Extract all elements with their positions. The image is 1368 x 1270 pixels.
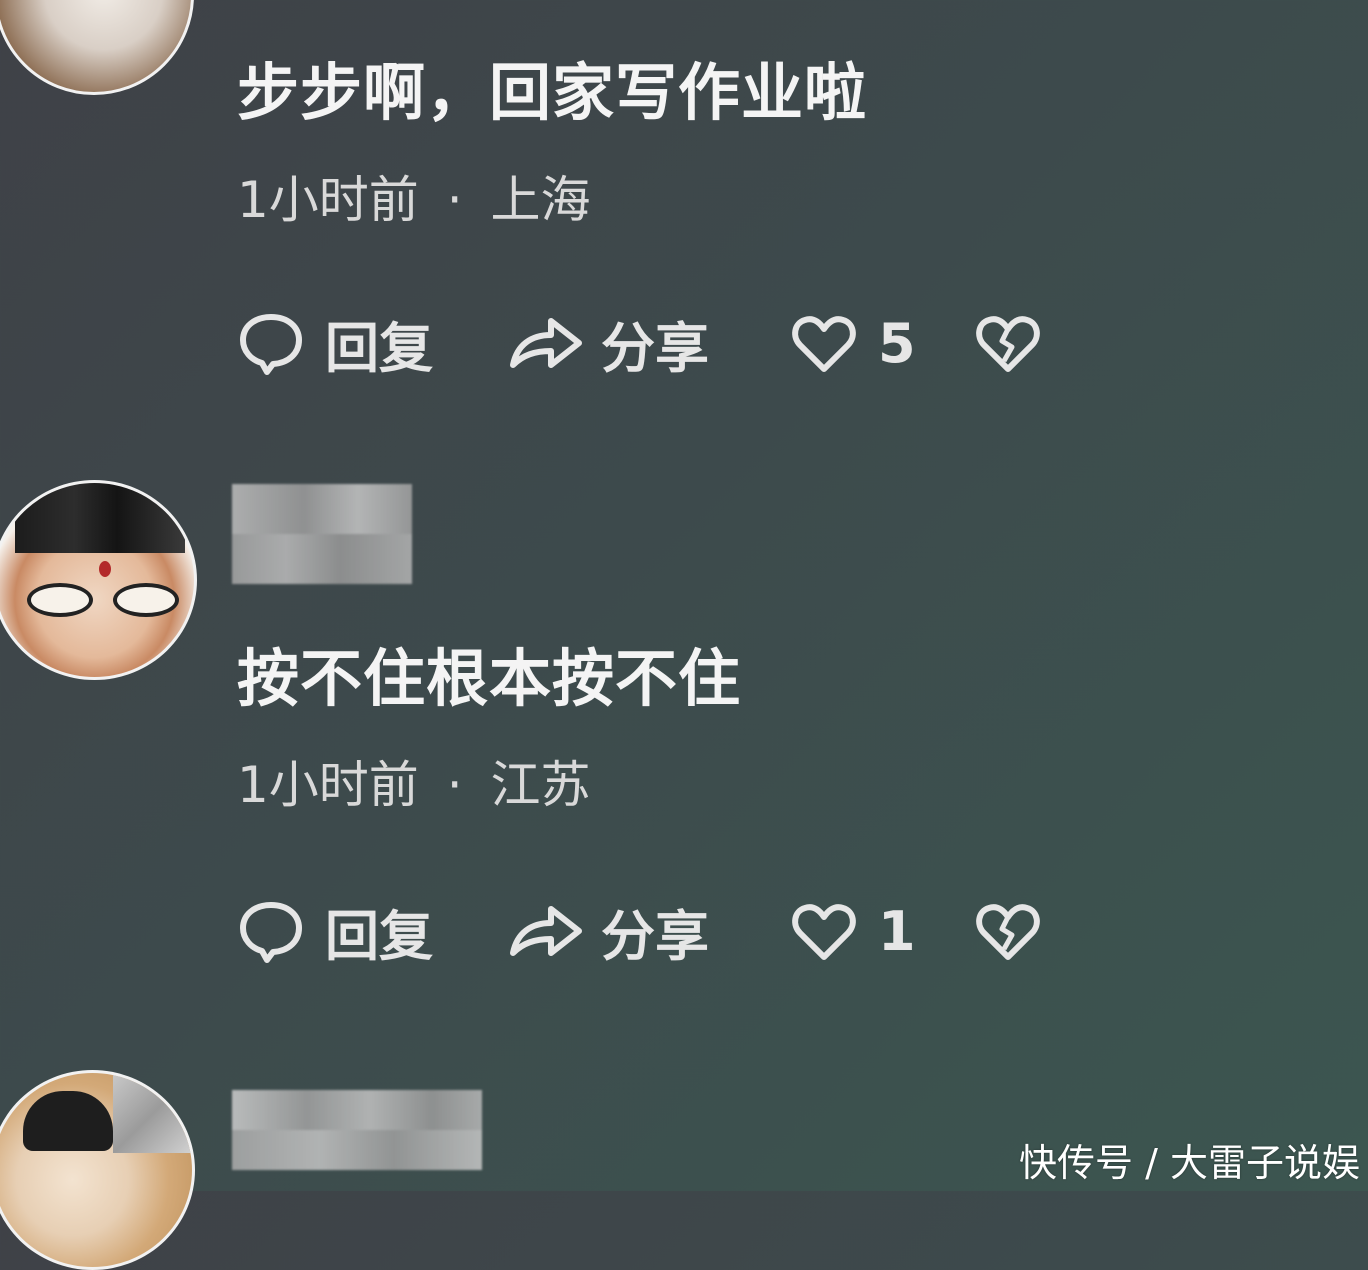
comment-time: 1小时前 [237, 171, 419, 229]
share-arrow-icon [507, 897, 585, 965]
comment-text: 步步啊，回家写作业啦 [237, 56, 868, 129]
avatar-pixelated-block [113, 1073, 192, 1153]
reply-label: 回复 [325, 316, 433, 380]
comment-meta: 1小时前 · 江苏 [237, 745, 591, 817]
reply-label: 回复 [325, 904, 433, 968]
reply-button[interactable]: 回复 [237, 308, 433, 380]
avatar-eyes [27, 583, 179, 617]
comment-location: 上海 [490, 171, 591, 229]
avatar-forehead-mark [99, 561, 111, 577]
avatar-hair [23, 1091, 113, 1151]
avatar-pixelated-hair [15, 483, 185, 553]
comment-meta: 1小时前 · 上海 [237, 160, 591, 232]
comment-time: 1小时前 [237, 756, 419, 814]
like-button[interactable]: 1 [790, 896, 916, 966]
share-arrow-icon [507, 309, 585, 377]
meta-separator: · [446, 171, 463, 229]
heart-icon [790, 897, 858, 965]
reply-button[interactable]: 回复 [237, 896, 433, 968]
share-label: 分享 [601, 316, 709, 380]
comment-text: 按不住根本按不住 [237, 642, 742, 715]
dislike-button[interactable] [974, 308, 1042, 378]
speech-bubble-icon [237, 309, 305, 377]
dislike-button[interactable] [974, 896, 1042, 966]
username-blurred [232, 484, 412, 584]
broken-heart-icon [974, 309, 1042, 377]
like-button[interactable]: 5 [790, 308, 916, 378]
comment-actions: 回复 分享 1 [237, 896, 1057, 968]
share-button[interactable]: 分享 [507, 896, 709, 968]
comment-location: 江苏 [490, 756, 591, 814]
comment-item: 步步啊，回家写作业啦 1小时前 · 上海 回复 分享 5 [0, 0, 1368, 420]
like-count: 5 [878, 311, 916, 375]
watermark: 快传号 / 大雷子说娱 [1019, 1141, 1360, 1185]
meta-separator: · [446, 756, 463, 814]
speech-bubble-icon [237, 897, 305, 965]
comment-actions: 回复 分享 5 [237, 308, 1057, 380]
avatar[interactable] [0, 0, 194, 95]
heart-icon [790, 309, 858, 377]
broken-heart-icon [974, 897, 1042, 965]
avatar[interactable] [0, 1070, 195, 1270]
avatar[interactable] [0, 480, 197, 680]
share-label: 分享 [601, 904, 709, 968]
username-blurred [232, 1090, 482, 1170]
comment-item: 按不住根本按不住 1小时前 · 江苏 回复 分享 1 [0, 480, 1368, 1000]
share-button[interactable]: 分享 [507, 308, 709, 380]
like-count: 1 [878, 899, 916, 963]
